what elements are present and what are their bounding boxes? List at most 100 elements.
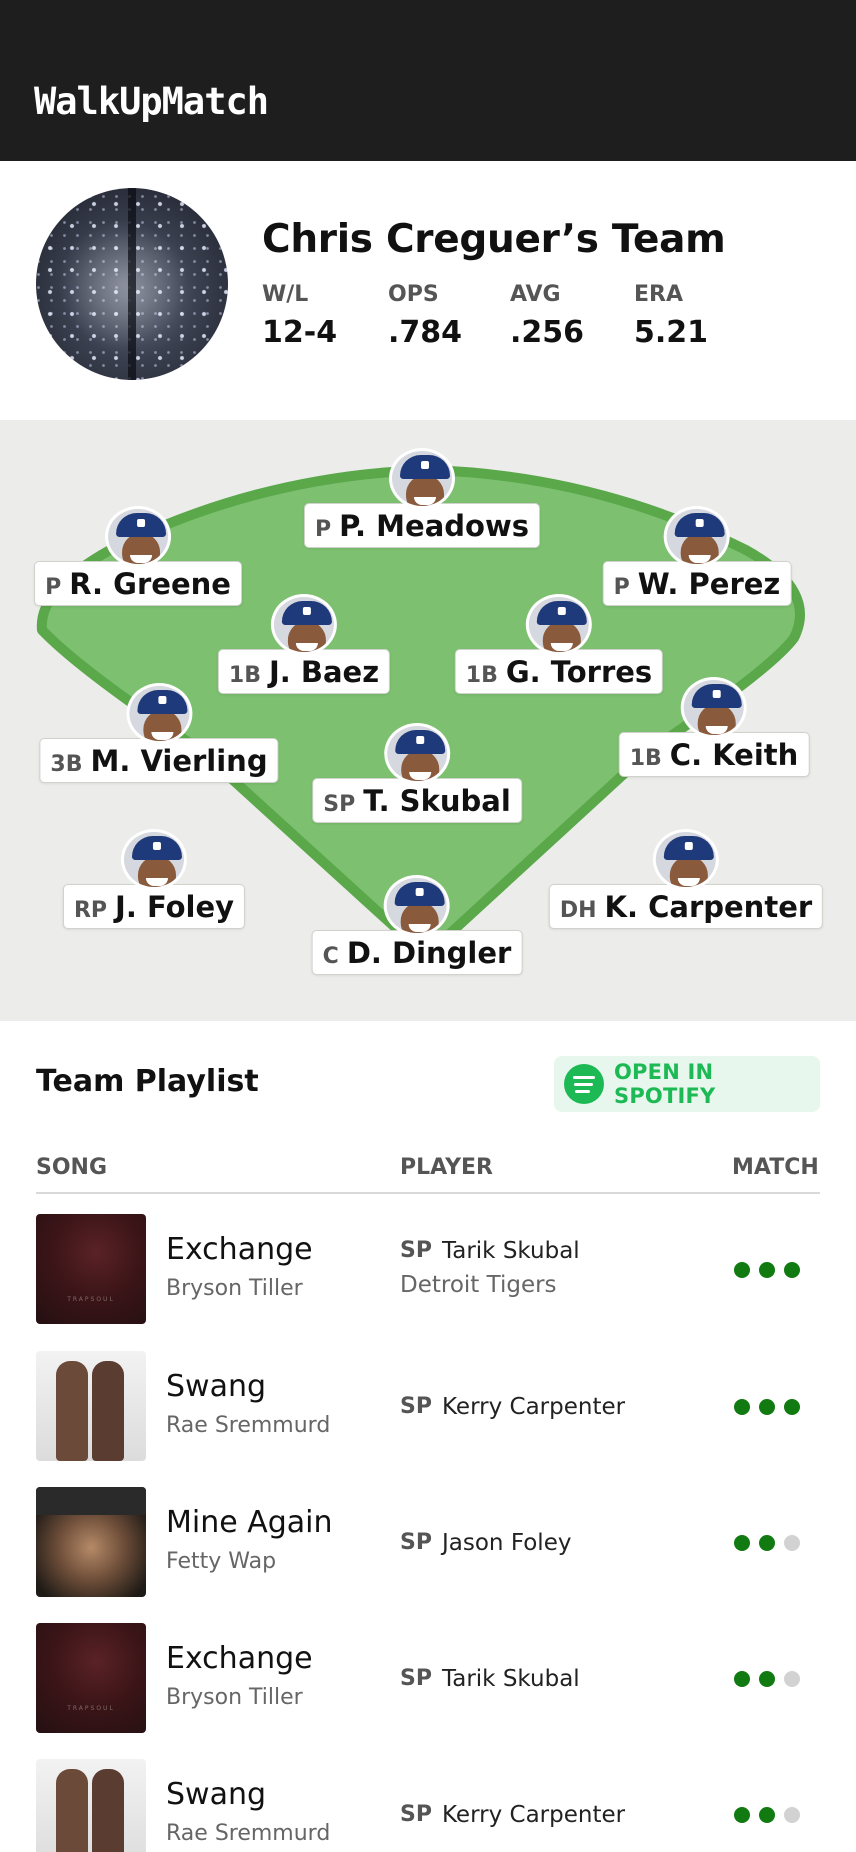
player-card[interactable]: 3B M. Vierling [39, 683, 279, 783]
player-card[interactable]: 1B J. Baez [217, 594, 391, 694]
player-position: SP [400, 1530, 432, 1555]
song-row[interactable]: Swang Rae Sremmurd SP Kerry Carpenter [0, 1351, 856, 1487]
stat-avg: AVG .256 [510, 282, 584, 350]
album-art [36, 1351, 146, 1461]
player-avatar [126, 683, 192, 744]
player-name: Tarik Skubal [442, 1666, 580, 1692]
column-header-player[interactable]: PLAYER [400, 1155, 493, 1180]
player-position: RP [73, 898, 108, 923]
match-dot-filled [734, 1262, 750, 1278]
match-dot-filled [734, 1671, 750, 1687]
player-name: J. Foley [115, 890, 235, 924]
song-title: Swang [166, 1369, 267, 1404]
stat-ops: OPS .784 [388, 282, 462, 350]
match-indicator [734, 1399, 809, 1415]
player-avatar [389, 448, 455, 509]
player-name: P. Meadows [339, 509, 529, 543]
player-card[interactable]: P W. Perez [602, 506, 792, 606]
player-name: M. Vierling [90, 744, 268, 778]
player-name: T. Skubal [363, 784, 511, 818]
match-dot-filled [759, 1262, 775, 1278]
player-avatar [270, 594, 337, 655]
column-header-song[interactable]: SONG [36, 1155, 107, 1180]
match-dot-filled [734, 1399, 750, 1415]
player-label: P R. Greene [34, 561, 242, 606]
match-indicator [734, 1807, 809, 1823]
song-artist: Rae Sremmurd [166, 1413, 331, 1438]
header-divider [36, 1192, 820, 1194]
song-artist: Rae Sremmurd [166, 1821, 331, 1846]
player-position: SP [323, 792, 356, 817]
album-art [36, 1623, 146, 1733]
match-dot-filled [759, 1671, 775, 1687]
player-name: Kerry Carpenter [442, 1802, 626, 1828]
player-label: RP J. Foley [62, 884, 246, 929]
playlist-title: Team Playlist [36, 1064, 259, 1099]
stat-label: AVG [510, 282, 561, 307]
player-avatar [383, 723, 450, 784]
player-avatar [653, 829, 719, 890]
player-position: P [315, 517, 332, 542]
spotify-icon [564, 1064, 604, 1104]
song-artist: Fetty Wap [166, 1549, 277, 1574]
stat-label: W/L [262, 282, 309, 307]
match-dot-filled [784, 1399, 800, 1415]
player-avatar [383, 875, 450, 936]
album-art [36, 1759, 146, 1852]
app-header: WalkUpMatch [0, 0, 856, 161]
album-art [36, 1214, 146, 1324]
player-position: SP [400, 1802, 432, 1827]
match-dot-empty [784, 1807, 800, 1823]
team-card: Chris Creguer’s Team W/L 12-4 OPS .784 A… [0, 161, 856, 420]
player-name: K. Carpenter [604, 890, 813, 924]
song-row[interactable]: Swang Rae Sremmurd SP Kerry Carpenter [0, 1759, 856, 1852]
match-dot-empty [784, 1671, 800, 1687]
player-name: Kerry Carpenter [442, 1394, 626, 1420]
match-dot-filled [759, 1807, 775, 1823]
team-name: Chris Creguer’s Team [262, 217, 726, 262]
open-in-spotify-button[interactable]: OPEN IN SPOTIFY [554, 1056, 820, 1112]
match-dot-filled [784, 1262, 800, 1278]
player-card[interactable]: C D. Dingler [311, 875, 523, 975]
player-team: Detroit Tigers [400, 1272, 557, 1298]
player-label: DH K. Carpenter [548, 884, 824, 929]
player-card[interactable]: SP T. Skubal [312, 723, 522, 823]
player-label: 3B M. Vierling [39, 738, 279, 783]
player-label: C D. Dingler [311, 930, 523, 975]
stat-value: .784 [388, 315, 463, 350]
song-title: Exchange [166, 1232, 313, 1267]
player-avatar [525, 594, 592, 655]
match-dot-filled [734, 1535, 750, 1551]
player-card[interactable]: 1B C. Keith [618, 677, 810, 777]
player-position: 1B [465, 663, 498, 688]
stat-value: 12-4 [262, 315, 338, 350]
song-artist: Bryson Tiller [166, 1276, 303, 1301]
player-avatar [663, 506, 730, 567]
player-card[interactable]: P R. Greene [34, 506, 242, 606]
app-logo[interactable]: WalkUpMatch [34, 80, 269, 123]
spotify-label: OPEN IN SPOTIFY [614, 1060, 716, 1108]
player-position: P [45, 575, 62, 600]
player-name: R. Greene [69, 567, 231, 601]
song-title: Exchange [166, 1641, 313, 1676]
player-avatar [121, 829, 187, 890]
player-position: DH [559, 898, 597, 923]
stat-era: ERA 5.21 [634, 282, 708, 350]
song-row[interactable]: Exchange Bryson Tiller SP Tarik Skubal [0, 1623, 856, 1759]
player-position: 1B [629, 746, 662, 771]
song-row[interactable]: Exchange Bryson Tiller SP Tarik Skubal D… [0, 1214, 856, 1350]
stat-value: .256 [510, 315, 585, 350]
match-dot-filled [734, 1807, 750, 1823]
song-row[interactable]: Mine Again Fetty Wap SP Jason Foley [0, 1487, 856, 1623]
stat-label: ERA [634, 282, 683, 307]
player-position: SP [400, 1394, 432, 1419]
match-dot-filled [759, 1399, 775, 1415]
player-position: SP [400, 1238, 432, 1263]
player-card[interactable]: RP J. Foley [62, 829, 246, 929]
player-card[interactable]: DH K. Carpenter [548, 829, 824, 929]
player-label: 1B C. Keith [618, 732, 810, 777]
field-section: P P. Meadows P R. Greene P W. Perez 1B J. Ba… [0, 420, 856, 1021]
player-card[interactable]: P P. Meadows [304, 448, 540, 548]
column-header-match[interactable]: MATCH [732, 1155, 819, 1180]
match-indicator [734, 1262, 809, 1278]
